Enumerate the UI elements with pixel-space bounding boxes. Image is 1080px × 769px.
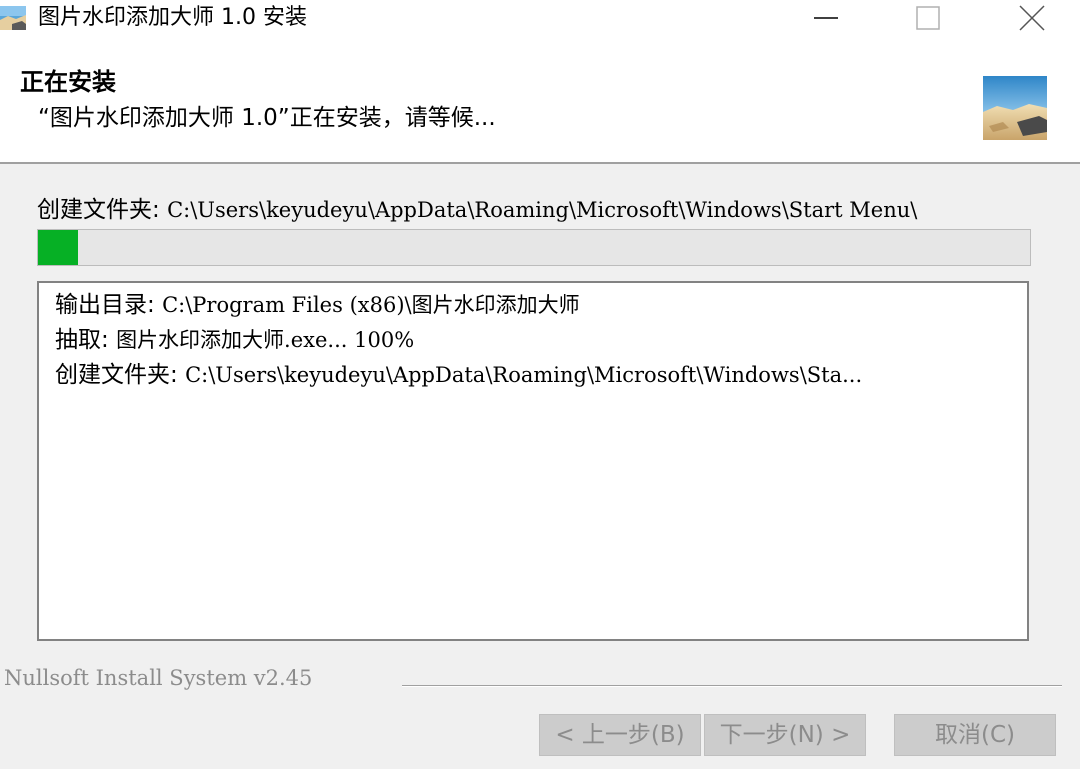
status-line: 创建文件夹: C:\Users\keyudeyu\AppData\Roaming… bbox=[37, 194, 1033, 226]
page-subtitle: “图片水印添加大师 1.0”正在安装，请等候... bbox=[38, 105, 496, 131]
cancel-button[interactable]: 取消(C) bbox=[894, 714, 1056, 756]
log-line: 输出目录: C:\Program Files (x86)\图片水印添加大师 bbox=[55, 289, 580, 321]
header-image bbox=[983, 76, 1047, 140]
install-log[interactable]: 输出目录: C:\Program Files (x86)\图片水印添加大师 抽取… bbox=[37, 281, 1029, 641]
close-icon bbox=[1019, 5, 1045, 31]
page-header: 正在安装 “图片水印添加大师 1.0”正在安装，请等候... bbox=[0, 36, 1080, 164]
maximize-button[interactable] bbox=[888, 0, 968, 36]
window-title: 图片水印添加大师 1.0 安装 bbox=[38, 5, 307, 30]
log-line-label: 创建文件夹: bbox=[55, 362, 178, 388]
back-button[interactable]: < 上一步(B) bbox=[539, 714, 701, 756]
minimize-icon bbox=[814, 17, 838, 19]
install-progress-bar bbox=[37, 229, 1031, 266]
brand-label: Nullsoft Install System v2.45 bbox=[4, 666, 313, 690]
maximize-icon bbox=[916, 6, 940, 30]
log-line: 创建文件夹: C:\Users\keyudeyu\AppData\Roaming… bbox=[55, 359, 862, 391]
title-bar[interactable]: 图片水印添加大师 1.0 安装 bbox=[0, 0, 1080, 36]
log-line-label: 抽取: bbox=[55, 327, 109, 353]
status-label: 创建文件夹: bbox=[37, 197, 160, 223]
log-line-label: 输出目录: bbox=[55, 292, 155, 318]
minimize-button[interactable] bbox=[786, 0, 866, 36]
installer-window: 图片水印添加大师 1.0 安装 正在安装 “图片水印添加大师 1.0”正在安装，… bbox=[0, 0, 1080, 769]
log-line: 抽取: 图片水印添加大师.exe... 100% bbox=[55, 324, 414, 356]
status-path: C:\Users\keyudeyu\AppData\Roaming\Micros… bbox=[167, 198, 918, 222]
log-line-text: 图片水印添加大师.exe... 100% bbox=[116, 328, 415, 352]
progress-fill bbox=[38, 230, 78, 265]
log-line-text: C:\Users\keyudeyu\AppData\Roaming\Micros… bbox=[185, 363, 863, 387]
log-line-text: C:\Program Files (x86)\图片水印添加大师 bbox=[162, 293, 580, 317]
footer-divider bbox=[402, 685, 1062, 687]
close-button[interactable] bbox=[992, 0, 1072, 36]
app-icon bbox=[0, 6, 26, 30]
next-button[interactable]: 下一步(N) > bbox=[704, 714, 866, 756]
page-title: 正在安装 bbox=[20, 68, 116, 96]
